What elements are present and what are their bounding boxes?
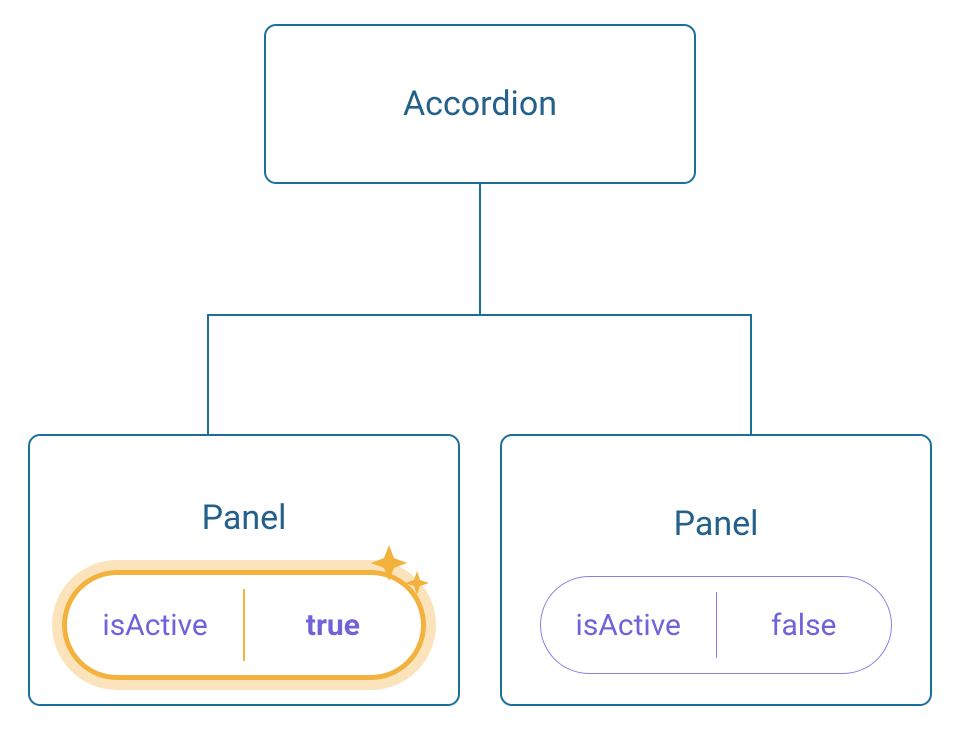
sparkle-icon (367, 541, 437, 611)
connector-line (207, 314, 752, 316)
connector-line (750, 314, 752, 434)
panel-label: Panel (202, 498, 287, 538)
state-pill-active: isActive true (62, 570, 426, 680)
connector-line (207, 314, 209, 434)
panel-node-left: Panel isActive true (28, 434, 460, 706)
connector-line (479, 184, 481, 314)
panel-node-right: Panel isActive false (500, 434, 932, 706)
root-label: Accordion (403, 84, 557, 124)
prop-name: isActive (67, 575, 243, 675)
prop-name: isActive (541, 577, 716, 673)
state-pill-inactive: isActive false (540, 576, 892, 674)
panel-label: Panel (674, 504, 759, 544)
prop-value: false (717, 577, 892, 673)
root-node-accordion: Accordion (264, 24, 696, 184)
